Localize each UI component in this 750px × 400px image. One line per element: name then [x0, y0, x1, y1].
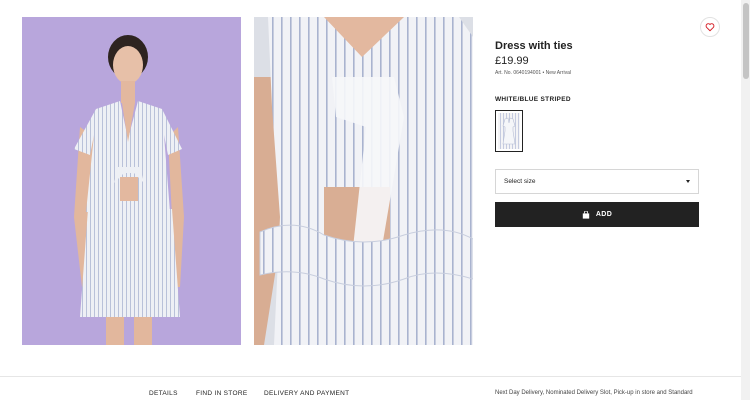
dress-thumbnail-icon: [502, 117, 516, 145]
detail-photo: [254, 17, 473, 345]
size-select-placeholder: Select size: [504, 178, 536, 185]
scrollbar-thumb[interactable]: [742, 3, 749, 79]
page-scrollbar[interactable]: [741, 0, 750, 400]
color-label: WHITE/BLUE STRIPED: [495, 96, 571, 103]
product-image-model[interactable]: [22, 17, 241, 345]
model-photo: [22, 17, 241, 345]
product-title: Dress with ties: [495, 40, 573, 52]
article-number: Art. No. 0640194001 • New Arrival: [495, 70, 571, 76]
color-swatch-white-blue-striped[interactable]: [495, 110, 523, 152]
size-select[interactable]: Select size: [495, 169, 699, 194]
product-price: £19.99: [495, 55, 529, 67]
add-to-bag-button[interactable]: ADD: [495, 202, 699, 227]
add-button-label: ADD: [595, 211, 613, 218]
section-divider: [0, 376, 741, 377]
heart-icon: [705, 23, 715, 32]
product-image-detail[interactable]: [254, 17, 473, 345]
tab-find-in-store[interactable]: FIND IN STORE: [196, 390, 247, 397]
swatch-image: [498, 113, 520, 149]
chevron-down-icon: [686, 180, 690, 183]
tab-details[interactable]: DETAILS: [149, 390, 178, 397]
bag-icon: [582, 210, 590, 219]
tab-delivery-and-payment[interactable]: DELIVERY AND PAYMENT: [264, 390, 349, 397]
favourite-button[interactable]: [700, 17, 720, 37]
delivery-options-text: Next Day Delivery, Nominated Delivery Sl…: [495, 390, 693, 396]
